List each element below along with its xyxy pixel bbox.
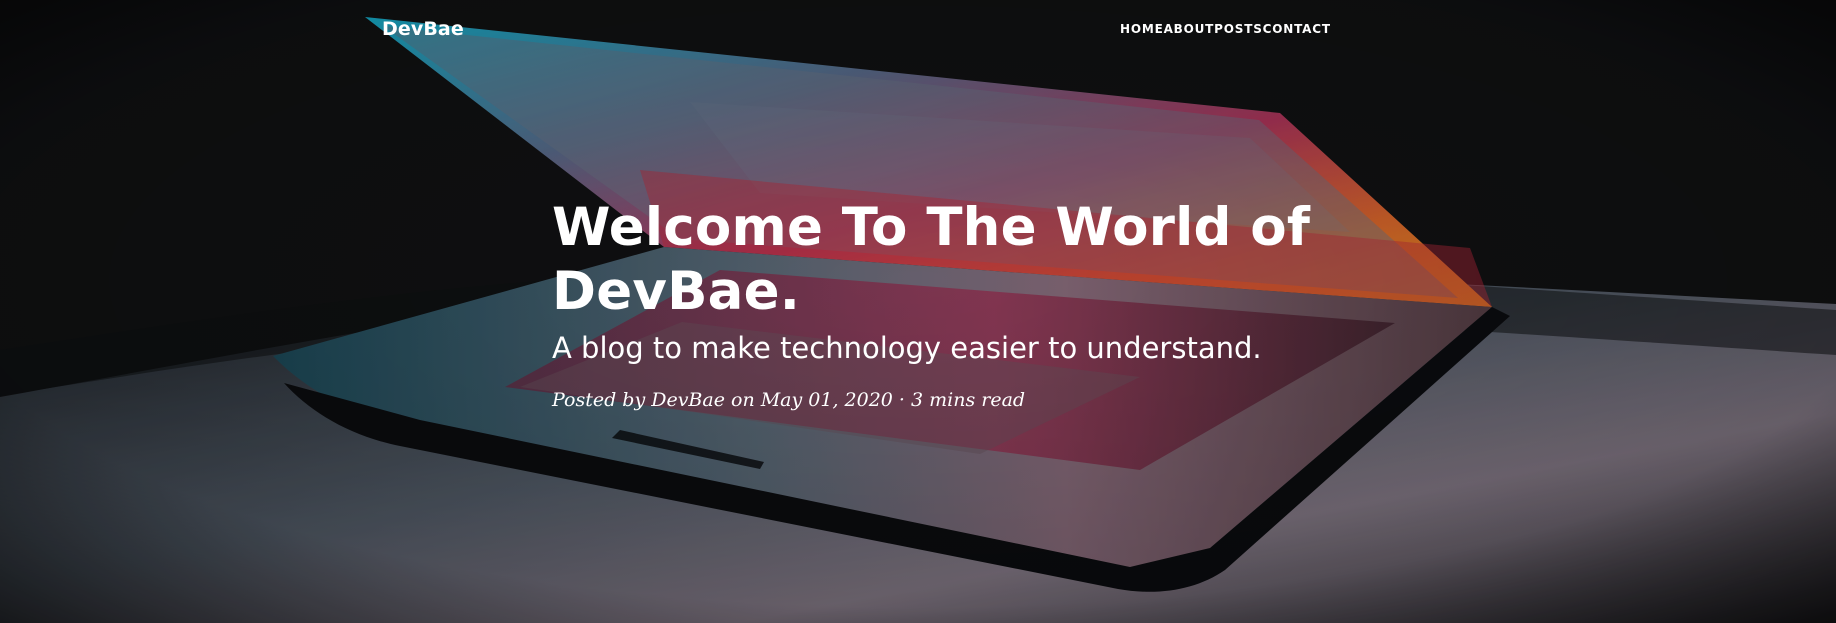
primary-nav: HOME ABOUT POSTS CONTACT	[1120, 20, 1331, 38]
post-subtitle: A blog to make technology easier to unde…	[552, 331, 1262, 365]
post-title: Welcome To The World of DevBae.	[552, 197, 1311, 322]
post-heading: Welcome To The World of DevBae. A blog t…	[552, 196, 1312, 412]
nav-posts-link[interactable]: POSTS	[1214, 22, 1262, 36]
hero-header: DevBae HOME ABOUT POSTS CONTACT Welcome …	[0, 0, 1836, 623]
post-meta: Posted by DevBae on May 01, 2020 · 3 min…	[552, 389, 1026, 411]
nav-contact-link[interactable]: CONTACT	[1263, 22, 1331, 36]
top-navbar: DevBae HOME ABOUT POSTS CONTACT	[0, 0, 1836, 60]
nav-about-link[interactable]: ABOUT	[1164, 22, 1215, 36]
nav-home-link[interactable]: HOME	[1120, 22, 1164, 36]
site-brand-link[interactable]: DevBae	[382, 17, 464, 41]
